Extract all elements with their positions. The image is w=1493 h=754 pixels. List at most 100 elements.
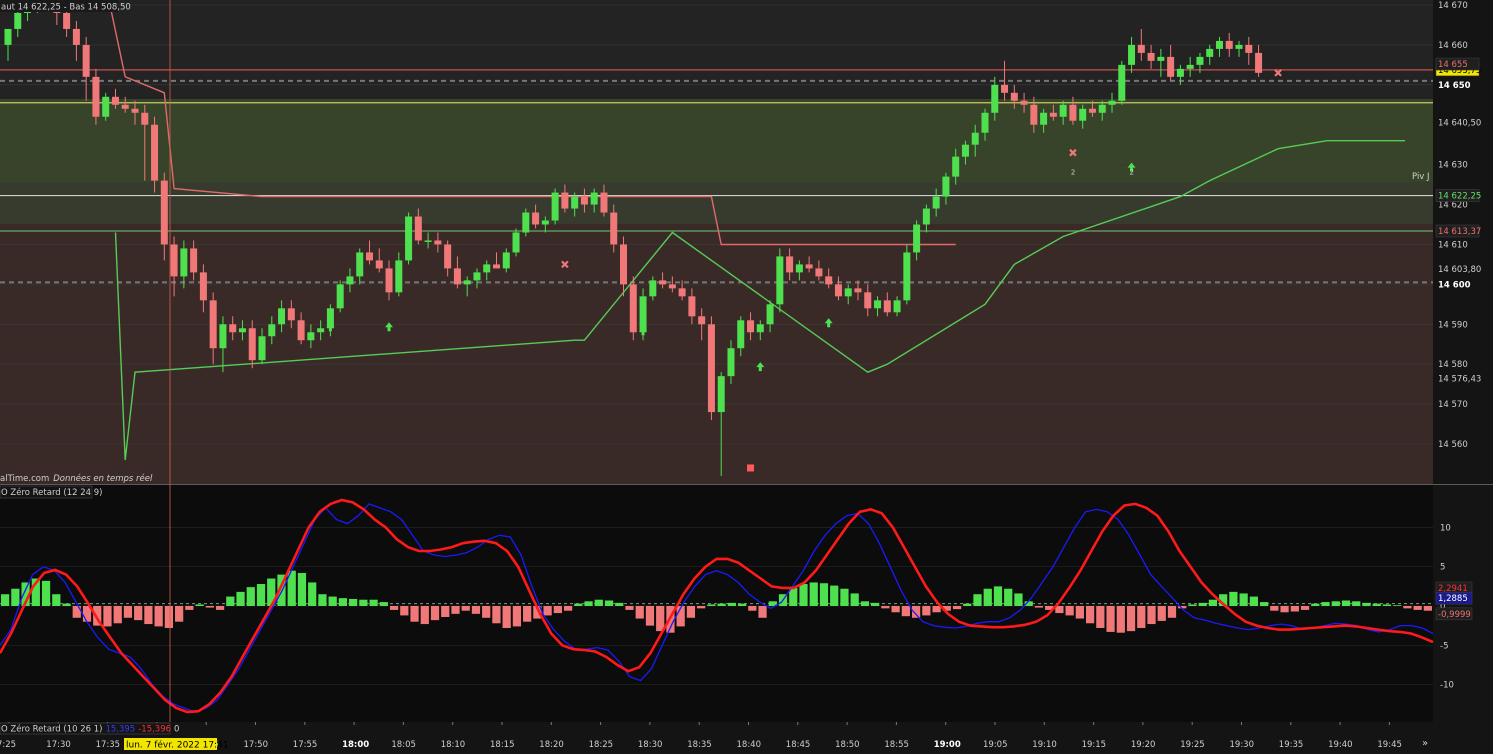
- price-tick-label: 14 630: [1438, 161, 1468, 171]
- price-tick-label: 14 620: [1438, 201, 1468, 211]
- candle-body: [287, 308, 295, 321]
- candle-body: [444, 244, 452, 269]
- indicator-title: O Zéro Retard (12 24 9): [1, 487, 102, 498]
- histogram-bar: [727, 602, 736, 606]
- price-tick-label: 14 640,50: [1438, 119, 1481, 129]
- candle-body: [1059, 104, 1067, 117]
- candle-body: [854, 288, 862, 293]
- candle-body: [268, 324, 276, 337]
- histogram-bar: [697, 606, 706, 609]
- candle-body: [453, 268, 461, 285]
- candle-body: [1098, 104, 1106, 113]
- histogram-bar: [1372, 603, 1381, 606]
- candle-body: [493, 264, 500, 269]
- candle-body: [502, 252, 510, 269]
- zone-middle: [0, 182, 1433, 224]
- price-badge-label: 14 655: [1438, 60, 1468, 70]
- histogram-bar: [952, 606, 962, 610]
- histogram-bar: [1, 594, 10, 606]
- histogram-bar: [789, 587, 798, 606]
- candle-body: [336, 284, 344, 309]
- histogram-bar: [1403, 606, 1412, 609]
- histogram-bar: [1280, 606, 1289, 613]
- price-tick-label: 14 580: [1438, 360, 1468, 370]
- candle-body: [981, 112, 989, 133]
- histogram-bar: [1106, 606, 1115, 632]
- price-tick-label: 14 660: [1438, 41, 1468, 51]
- candle-body: [1108, 100, 1116, 105]
- histogram-bar: [860, 601, 870, 606]
- histogram-bar: [922, 606, 931, 616]
- histogram-bar: [1147, 606, 1156, 625]
- histogram-bar: [1167, 606, 1177, 618]
- histogram-bar: [615, 602, 624, 606]
- candle-body: [688, 296, 696, 317]
- candle-body: [209, 300, 217, 349]
- histogram-bar: [871, 602, 880, 606]
- candle-body: [874, 300, 882, 309]
- histogram-bar: [1014, 593, 1023, 606]
- candle-body: [1245, 44, 1253, 53]
- candle-body: [473, 272, 481, 281]
- histogram-bar: [543, 606, 552, 616]
- histogram-bar: [523, 606, 532, 622]
- candle-body: [707, 324, 715, 413]
- price-tick-label: 14 670: [1438, 1, 1468, 11]
- histogram-bar: [379, 602, 388, 606]
- candle-body: [1186, 64, 1194, 69]
- histogram-bar: [840, 588, 849, 606]
- candle-body: [864, 292, 872, 309]
- histogram-bar: [932, 606, 941, 613]
- histogram-bar: [349, 598, 358, 606]
- scroll-right-button[interactable]: »: [1422, 738, 1428, 749]
- histogram-bar: [215, 606, 225, 610]
- histogram-bar: [308, 582, 317, 606]
- candle-body: [258, 336, 266, 361]
- price-tick-label: 14 576,43: [1438, 374, 1481, 384]
- candle-body: [1049, 112, 1057, 117]
- candle-body: [1255, 52, 1263, 73]
- candle-body: [805, 264, 813, 269]
- histogram-bar: [625, 606, 634, 610]
- histogram-bar: [185, 606, 194, 610]
- candle-body: [365, 252, 373, 261]
- candle-body: [14, 12, 22, 29]
- histogram-bar: [451, 606, 460, 614]
- histogram-bar: [850, 593, 859, 606]
- candle-body: [424, 240, 432, 242]
- candle-body: [903, 252, 911, 301]
- time-tick-label: 17:55: [293, 740, 318, 750]
- histogram-bar: [441, 606, 450, 617]
- time-tick-label: 19:05: [983, 740, 1008, 750]
- candle-body: [727, 348, 735, 377]
- candle-body: [1128, 44, 1136, 65]
- candle-body: [1206, 48, 1214, 57]
- candle-body: [932, 196, 940, 209]
- candle-body: [610, 212, 618, 245]
- candle-body: [1225, 40, 1233, 49]
- candle-body: [346, 276, 354, 285]
- histogram-bar: [205, 606, 214, 608]
- histogram-bar: [901, 606, 910, 617]
- candle-body: [600, 192, 608, 213]
- candle-body: [375, 260, 383, 269]
- candle-body: [1079, 108, 1087, 121]
- candle-body: [1215, 40, 1223, 49]
- price-tick-label: 14 600: [1438, 280, 1471, 290]
- histogram-bar: [553, 606, 562, 614]
- candle-body: [971, 132, 979, 145]
- candle-body: [92, 76, 100, 117]
- candle-body: [668, 284, 676, 289]
- histogram-bar: [1065, 606, 1074, 616]
- candle-body: [776, 256, 784, 305]
- price-tick-label: 14 570: [1438, 400, 1468, 410]
- time-tick-label: 19:10: [1032, 740, 1057, 750]
- histogram-bar: [318, 594, 327, 606]
- time-tick-label: 18:15: [490, 740, 515, 750]
- histogram-bar: [1157, 606, 1166, 621]
- trading-chart[interactable]: 2 2 14 670 14 660 14 650 14 640,50 14 630 14 6…: [0, 0, 1493, 754]
- histogram-bar: [574, 603, 583, 606]
- time-tick-label: 19:35: [1279, 740, 1304, 750]
- histogram-bar: [1423, 606, 1432, 611]
- time-tick-label: 19:20: [1131, 740, 1156, 750]
